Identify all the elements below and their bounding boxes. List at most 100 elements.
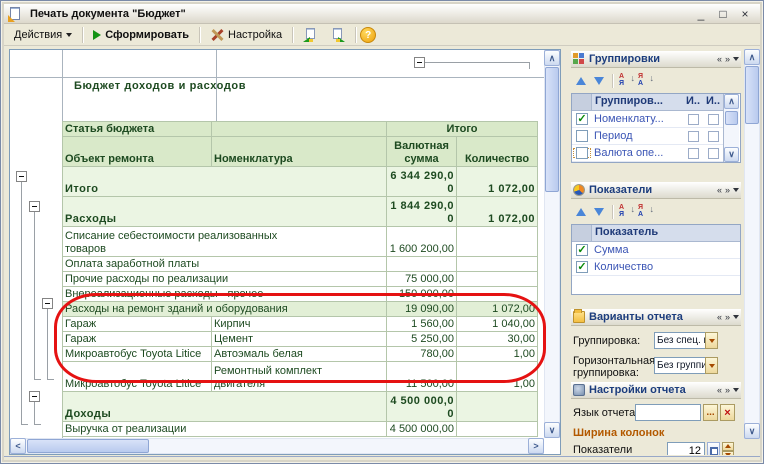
header-total[interactable]: Итого — [387, 122, 538, 137]
groupings-scroll-up-button[interactable]: ∧ — [724, 94, 739, 109]
list-row[interactable]: ✓Номенклату... — [572, 111, 723, 128]
header-currency-amount[interactable]: Валютная сумма — [387, 137, 457, 167]
cell-label[interactable]: Микроавтобус Toyota Litice — [63, 362, 212, 392]
save-settings-button[interactable] — [324, 26, 351, 45]
header-article[interactable]: Статья бюджета — [63, 122, 212, 137]
collapse-right-icon[interactable]: » — [725, 54, 730, 64]
checkbox-unchecked[interactable] — [688, 148, 699, 159]
cell-label[interactable]: Гараж — [63, 332, 212, 347]
collapse-right-icon[interactable]: » — [725, 385, 730, 395]
indicators-width-picker-button[interactable] — [707, 442, 720, 455]
minimize-button[interactable]: _ — [694, 7, 708, 21]
help-button[interactable]: ? — [360, 27, 376, 43]
cell-amount[interactable]: 6 344 290,00 — [387, 167, 457, 197]
checkbox-unchecked[interactable] — [576, 147, 588, 159]
cell-label[interactable]: Расходы — [63, 197, 387, 227]
report-scroll-left-button[interactable]: < — [10, 438, 26, 454]
groupings-scrollbar[interactable]: ∧ ∨ — [723, 94, 739, 162]
checkbox-checked[interactable]: ✓ — [576, 261, 588, 273]
list-item-label[interactable]: Номенклату... — [592, 113, 683, 125]
language-input[interactable] — [635, 404, 701, 421]
collapse-panel-icon[interactable] — [733, 57, 739, 61]
cell-qty[interactable] — [457, 227, 538, 257]
move-down-button[interactable] — [591, 204, 607, 220]
cell-nom[interactable]: Кирпич — [212, 317, 387, 332]
cell-amount[interactable]: 19 090,00 — [387, 302, 457, 317]
side-vscroll-thumb[interactable] — [745, 66, 759, 124]
cell-label[interactable]: Списание себестоимости реализованных тов… — [63, 227, 387, 257]
row-group-collapse-box-income[interactable] — [29, 391, 40, 402]
checkbox-cell[interactable]: ✓ — [572, 113, 592, 125]
list-item-label[interactable]: Количество — [592, 261, 740, 273]
list-row[interactable]: Валюта опе... — [572, 145, 723, 162]
cell-label[interactable]: Расходы на ремонт зданий и оборудования — [63, 302, 387, 317]
horizontal-grouping-combo[interactable]: Без группирс — [654, 357, 718, 374]
cell-label[interactable]: Выручка от реализации — [63, 422, 387, 437]
configure-button[interactable]: Настройка — [204, 26, 288, 45]
maximize-button[interactable]: □ — [716, 7, 730, 21]
cell-qty[interactable]: 1,00 — [457, 347, 538, 362]
report-scroll-up-button[interactable]: ∧ — [544, 50, 560, 66]
hierarchy-cell[interactable] — [683, 148, 703, 159]
collapse-right-icon[interactable]: » — [725, 185, 730, 195]
report-hscroll-thumb[interactable] — [27, 439, 149, 453]
cell-amount[interactable]: 1 844 290,00 — [387, 197, 457, 227]
list-row[interactable]: ✓ Количество — [572, 259, 740, 276]
spin-down-button[interactable] — [722, 451, 734, 456]
settings-header[interactable]: Настройки отчета « » — [571, 382, 741, 399]
list-item-label[interactable]: Период — [592, 130, 683, 142]
list-row[interactable]: Период — [572, 128, 723, 145]
header-nomenclature[interactable]: Номенклатура — [212, 137, 387, 167]
cell-qty[interactable] — [457, 257, 538, 272]
side-scroll-up-button[interactable]: ∧ — [744, 49, 760, 65]
collapse-panel-icon[interactable] — [733, 388, 739, 392]
indicators-header[interactable]: Показатели « » — [571, 182, 741, 199]
collapse-left-icon[interactable]: « — [717, 54, 722, 64]
cell-qty[interactable]: 1 072,00 — [457, 197, 538, 227]
report-vscroll-thumb[interactable] — [545, 67, 559, 192]
report-scroll-down-button[interactable]: ∨ — [544, 422, 560, 438]
cell-amount[interactable]: 1 600 200,00 — [387, 227, 457, 257]
list-item-label[interactable]: Валюта опе... — [592, 147, 683, 159]
hierarchy-cell[interactable] — [703, 148, 723, 159]
checkbox-cell[interactable]: ✓ — [572, 244, 592, 256]
cell-qty[interactable]: 1 040,00 — [457, 317, 538, 332]
cell-amount[interactable] — [387, 257, 457, 272]
checkbox-unchecked[interactable] — [576, 130, 588, 142]
checkbox-unchecked[interactable] — [688, 114, 699, 125]
checkbox-cell[interactable] — [572, 147, 592, 159]
list-row[interactable]: ✓Сумма — [572, 242, 740, 259]
sort-desc-button[interactable]: ЯА ↓ — [637, 73, 654, 89]
move-up-button[interactable] — [573, 204, 589, 220]
cell-label[interactable]: Доходы — [63, 392, 387, 422]
checkbox-unchecked[interactable] — [708, 148, 719, 159]
sort-asc-button[interactable]: АЯ ↓ — [618, 204, 635, 220]
move-up-button[interactable] — [573, 73, 589, 89]
groupings-header-i2-col[interactable]: И.. — [703, 94, 723, 110]
checkbox-cell[interactable] — [572, 130, 592, 142]
sort-asc-button[interactable]: АЯ ↓ — [618, 73, 635, 89]
list-item-label[interactable]: Сумма — [592, 244, 740, 256]
language-clear-button[interactable]: × — [720, 404, 735, 421]
row-group-collapse-box-total[interactable] — [16, 171, 27, 182]
indicators-empty-row[interactable] — [572, 276, 740, 294]
header-empty[interactable] — [212, 122, 387, 137]
hierarchy-cell[interactable] — [703, 131, 723, 142]
cell-amount[interactable]: 1 560,00 — [387, 317, 457, 332]
cell-label[interactable]: Гараж — [63, 317, 212, 332]
cell-label[interactable]: Прочие расходы по реализации — [63, 272, 387, 287]
hierarchy-cell[interactable] — [703, 114, 723, 125]
collapse-panel-icon[interactable] — [733, 188, 739, 192]
header-object[interactable]: Объект ремонта — [63, 137, 212, 167]
groupings-header-i1-col[interactable]: И.. — [683, 94, 703, 110]
side-scroll-down-button[interactable]: ∨ — [744, 423, 760, 439]
cell-amount[interactable]: 4 500 000,00 — [387, 392, 457, 422]
cell-qty[interactable] — [457, 272, 538, 287]
indicators-width-input[interactable] — [667, 442, 705, 455]
cell-label[interactable]: Итого — [63, 167, 387, 197]
cell-label[interactable]: Оплата заработной платы — [63, 257, 387, 272]
variants-header[interactable]: Варианты отчета « » — [571, 309, 741, 326]
grouping-combo-dropdown-button[interactable] — [705, 332, 718, 349]
checkbox-unchecked[interactable] — [708, 131, 719, 142]
cell-qty[interactable]: 1 072,00 — [457, 167, 538, 197]
